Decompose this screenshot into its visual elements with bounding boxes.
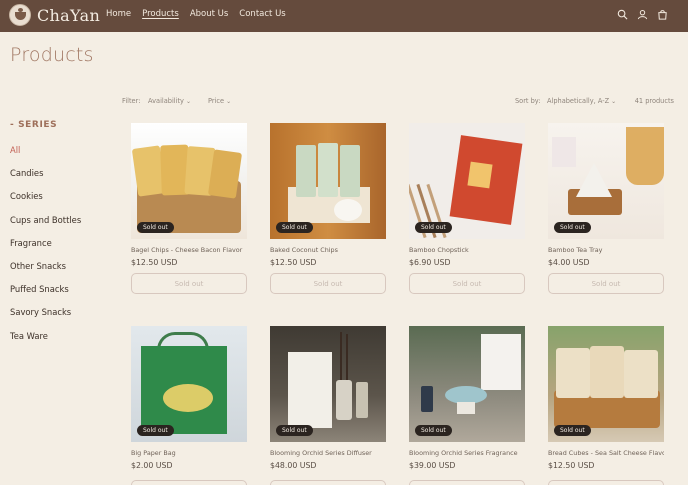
product-price: $12.50 USD [131, 258, 178, 267]
series-item-puffed-snacks[interactable]: Puffed Snacks [10, 284, 81, 307]
series-heading[interactable]: - SERIES [10, 120, 57, 130]
sold-out-badge: Sold out [415, 222, 452, 233]
account-icon[interactable] [637, 9, 648, 20]
logo-text: ChaYan [37, 5, 101, 25]
page-title: Products [10, 44, 94, 66]
sold-out-badge: Sold out [554, 425, 591, 436]
sold-out-badge: Sold out [276, 425, 313, 436]
series-item-cookies[interactable]: Cookies [10, 191, 81, 214]
sold-out-badge: Sold out [415, 425, 452, 436]
series-list: All Candies Cookies Cups and Bottles Fra… [10, 145, 81, 354]
price-filter[interactable]: Price ⌄ [208, 97, 231, 105]
chevron-down-icon: ⌄ [611, 97, 617, 105]
nav-contact-us[interactable]: Contact Us [239, 9, 285, 19]
chevron-down-icon: ⌄ [226, 97, 232, 105]
sort-label: Sort by: [515, 97, 541, 105]
series-item-savory-snacks[interactable]: Savory Snacks [10, 307, 81, 330]
logo[interactable]: ChaYan [9, 4, 100, 26]
product-price: $39.00 USD [409, 461, 456, 470]
product-price: $4.00 USD [548, 258, 590, 267]
search-icon[interactable] [617, 9, 628, 20]
product-image[interactable]: Sold out [131, 123, 247, 239]
product-price: $48.00 USD [270, 461, 317, 470]
series-item-other-snacks[interactable]: Other Snacks [10, 261, 81, 284]
sold-out-button[interactable] [131, 480, 247, 485]
series-item-cups-and-bottles[interactable]: Cups and Bottles [10, 215, 81, 238]
product-price: $12.50 USD [270, 258, 317, 267]
product-image[interactable]: Sold out [270, 123, 386, 239]
product-card[interactable]: Sold out Blooming Orchid Series Diffuser… [270, 326, 386, 470]
series-item-tea-ware[interactable]: Tea Ware [10, 331, 81, 354]
availability-filter[interactable]: Availability ⌄ [148, 97, 191, 105]
product-name[interactable]: Bamboo Chopstick [409, 246, 525, 254]
nav-about-us[interactable]: About Us [190, 9, 228, 19]
sold-out-button[interactable] [409, 480, 525, 485]
product-image[interactable]: Sold out [270, 326, 386, 442]
minus-icon: - [10, 120, 19, 130]
product-card[interactable]: Sold out Blooming Orchid Series Fragranc… [409, 326, 525, 470]
cart-icon[interactable] [657, 9, 668, 20]
sold-out-button[interactable]: Sold out [409, 273, 525, 294]
product-card[interactable]: Sold out Bamboo Chopstick $6.90 USD Sold… [409, 123, 525, 294]
availability-label: Availability [148, 97, 184, 105]
product-name[interactable]: Big Paper Bag [131, 449, 247, 457]
product-card[interactable]: Sold out Bagel Chips - Cheese Bacon Flav… [131, 123, 247, 294]
header-icons [617, 9, 668, 20]
product-name[interactable]: Bread Cubes - Sea Salt Cheese Flavor [548, 449, 664, 457]
sold-out-button[interactable]: Sold out [548, 273, 664, 294]
product-image[interactable]: Sold out [409, 326, 525, 442]
product-name[interactable]: Bagel Chips - Cheese Bacon Flavor [131, 246, 247, 254]
product-price: $6.90 USD [409, 258, 451, 267]
nav-home[interactable]: Home [106, 9, 131, 19]
product-name[interactable]: Blooming Orchid Series Fragrance [409, 449, 525, 457]
site-header: ChaYan Home Products About Us Contact Us [0, 0, 688, 32]
product-price: $12.50 USD [548, 461, 595, 470]
product-name[interactable]: Bamboo Tea Tray [548, 246, 664, 254]
chevron-down-icon: ⌄ [185, 97, 191, 105]
filter-sort-bar: Filter: Availability ⌄ Price ⌄ Sort by: … [122, 97, 674, 109]
product-image[interactable]: Sold out [548, 326, 664, 442]
product-card[interactable]: Sold out Bread Cubes - Sea Salt Cheese F… [548, 326, 664, 470]
nav-products[interactable]: Products [142, 9, 179, 19]
product-image[interactable]: Sold out [131, 326, 247, 442]
product-card[interactable]: Sold out Big Paper Bag $2.00 USD [131, 326, 247, 470]
sold-out-button[interactable] [270, 480, 386, 485]
series-heading-label: SERIES [18, 120, 58, 130]
series-item-fragrance[interactable]: Fragrance [10, 238, 81, 261]
logo-icon [9, 4, 31, 26]
price-label: Price [208, 97, 225, 105]
sold-out-badge: Sold out [137, 425, 174, 436]
product-image[interactable]: Sold out [548, 123, 664, 239]
series-item-candies[interactable]: Candies [10, 168, 81, 191]
product-card[interactable]: Sold out Bamboo Tea Tray $4.00 USD Sold … [548, 123, 664, 294]
sold-out-badge: Sold out [554, 222, 591, 233]
sold-out-badge: Sold out [276, 222, 313, 233]
sort-select[interactable]: Alphabetically, A-Z ⌄ [547, 97, 616, 105]
main-nav: Home Products About Us Contact Us [106, 9, 286, 19]
series-item-all[interactable]: All [10, 145, 81, 168]
sold-out-button[interactable] [548, 480, 664, 485]
sold-out-badge: Sold out [137, 222, 174, 233]
product-card[interactable]: Sold out Baked Coconut Chips $12.50 USD … [270, 123, 386, 294]
sold-out-button[interactable]: Sold out [270, 273, 386, 294]
sold-out-button[interactable]: Sold out [131, 273, 247, 294]
product-name[interactable]: Blooming Orchid Series Diffuser [270, 449, 386, 457]
product-price: $2.00 USD [131, 461, 173, 470]
product-name[interactable]: Baked Coconut Chips [270, 246, 386, 254]
filter-label: Filter: [122, 97, 141, 105]
product-image[interactable]: Sold out [409, 123, 525, 239]
product-count: 41 products [634, 97, 674, 105]
sort-value: Alphabetically, A-Z [547, 97, 610, 105]
